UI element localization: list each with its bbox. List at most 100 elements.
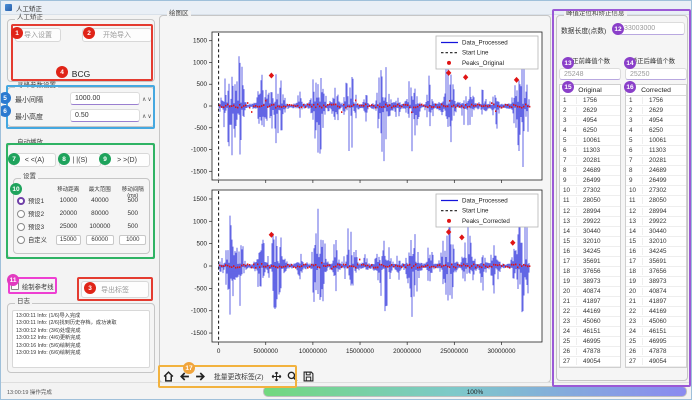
home-icon[interactable]	[162, 370, 175, 383]
start-import-button[interactable]: 开始导入	[82, 28, 152, 42]
preset-custom-input[interactable]: 15000	[56, 235, 81, 245]
table-row[interactable]: 46250	[626, 126, 686, 136]
save-icon[interactable]	[302, 370, 315, 383]
preset-radio[interactable]	[17, 236, 25, 244]
table-row[interactable]: 1329922	[560, 217, 620, 227]
table-row[interactable]: 720281	[626, 156, 686, 166]
table-row[interactable]: 824689	[560, 166, 620, 176]
table-row[interactable]: 34954	[560, 116, 620, 126]
table-row[interactable]: 1128050	[626, 196, 686, 206]
window-title: 人工矫正	[16, 3, 42, 13]
table-row[interactable]: 2244169	[560, 307, 620, 317]
preset-value: 80000	[83, 210, 116, 217]
table-row[interactable]: 1329922	[626, 217, 686, 227]
svg-text:0: 0	[203, 263, 207, 270]
min-height-spinbox[interactable]: 0.50	[70, 109, 140, 122]
svg-text:-1500: -1500	[191, 330, 208, 337]
table-row[interactable]: 46250	[560, 126, 620, 136]
batch-change-labels-button[interactable]: 批量更改标签(Z)	[210, 369, 267, 383]
peak-value: 4954	[643, 117, 663, 124]
table-row[interactable]: 611303	[560, 146, 620, 156]
table-row[interactable]: 824689	[626, 166, 686, 176]
preset-radio[interactable]	[17, 210, 25, 218]
autoplay-prev-button[interactable]: < <(A)	[13, 153, 56, 167]
log-line: 13:00:11 Info: (2/6)找到历史存档，成功读取	[16, 320, 146, 327]
min-height-spin-arrows-icon[interactable]: ∧∨	[142, 113, 153, 120]
svg-text:Start Line: Start Line	[462, 50, 489, 57]
table-row[interactable]: 510061	[626, 136, 686, 146]
table-row[interactable]: 2446151	[560, 327, 620, 337]
table-row[interactable]: 2141897	[560, 297, 620, 307]
table-row[interactable]: 720281	[560, 156, 620, 166]
table-row[interactable]: 2141897	[626, 297, 686, 307]
signal-plots-canvas[interactable]: -1500-1000-500050010001500Data_Processed…	[182, 26, 548, 366]
table-row[interactable]: 11756	[560, 96, 620, 106]
preset-radio[interactable]	[17, 197, 25, 205]
table-row[interactable]: 1938973	[560, 277, 620, 287]
preset-radio[interactable]	[17, 223, 25, 231]
table-row[interactable]: 1735691	[626, 257, 686, 267]
table-row[interactable]: 926499	[560, 176, 620, 186]
svg-text:20000000: 20000000	[393, 348, 422, 355]
log-list[interactable]: 13:00:11 Info: (1/6)导入完成13:00:11 Info: (…	[12, 310, 150, 368]
reference-line-checkbox[interactable]	[11, 282, 19, 290]
import-settings-button[interactable]: 导入设置	[15, 28, 61, 42]
peaks-before-field[interactable]: 25248	[559, 68, 621, 80]
table-row[interactable]: 2040874	[560, 287, 620, 297]
preset-custom-input[interactable]: 60000	[86, 235, 114, 245]
table-row[interactable]: 2749054	[560, 357, 620, 367]
row-index: 22	[626, 308, 643, 315]
table-row[interactable]: 22629	[560, 106, 620, 116]
table-row[interactable]: 611303	[626, 146, 686, 156]
peak-value: 49054	[643, 358, 667, 365]
table-row[interactable]: 1837656	[560, 267, 620, 277]
table-row[interactable]: 11756	[626, 96, 686, 106]
export-labels-button[interactable]: 导出标签	[81, 281, 149, 298]
table-row[interactable]: 1634245	[560, 247, 620, 257]
autoplay-pause-button[interactable]: | |(S)	[59, 153, 101, 167]
peaks-after-field[interactable]: 25250	[625, 68, 687, 80]
table-row[interactable]: 34954	[626, 116, 686, 126]
peak-value: 44169	[643, 308, 667, 315]
row-index: 1	[626, 97, 643, 104]
back-arrow-icon[interactable]	[178, 370, 191, 383]
table-row[interactable]: 2244169	[626, 307, 686, 317]
table-row[interactable]: 1027302	[626, 186, 686, 196]
table-row[interactable]: 1938973	[626, 277, 686, 287]
min-interval-spin-arrows-icon[interactable]: ∧∨	[142, 96, 153, 103]
table-row[interactable]: 1837656	[626, 267, 686, 277]
table-row[interactable]: 22629	[626, 106, 686, 116]
preset-custom-input[interactable]: 1000	[119, 235, 146, 245]
manual-correction-group: 人工矫正 导入设置 开始导入 BCG	[7, 19, 155, 82]
table-row[interactable]: 2345060	[626, 317, 686, 327]
table-row[interactable]: 2345060	[560, 317, 620, 327]
table-row[interactable]: 1027302	[560, 186, 620, 196]
table-row[interactable]: 510061	[560, 136, 620, 146]
forward-arrow-icon[interactable]	[194, 370, 207, 383]
table-row[interactable]: 926499	[626, 176, 686, 186]
table-row[interactable]: 1128050	[560, 196, 620, 206]
table-row[interactable]: 1228994	[560, 207, 620, 217]
table-row[interactable]: 2446151	[626, 327, 686, 337]
table-row[interactable]: 2546995	[626, 337, 686, 347]
table-row[interactable]: 1430440	[560, 227, 620, 237]
min-interval-label: 最小间隔	[15, 95, 43, 105]
table-row[interactable]: 1532010	[626, 237, 686, 247]
table-row[interactable]: 2749054	[626, 357, 686, 367]
table-row[interactable]: 1634245	[626, 247, 686, 257]
min-interval-spinbox[interactable]: 1000.00	[70, 92, 140, 105]
row-index: 9	[560, 177, 577, 184]
table-row[interactable]: 1735691	[560, 257, 620, 267]
svg-text:1500: 1500	[193, 196, 208, 203]
table-row[interactable]: 2546995	[560, 337, 620, 347]
table-row[interactable]: 1228994	[626, 207, 686, 217]
table-row[interactable]: 2040874	[626, 287, 686, 297]
table-row[interactable]: 1430440	[626, 227, 686, 237]
table-row[interactable]: 2647878	[626, 347, 686, 357]
table-row[interactable]: 2647878	[560, 347, 620, 357]
pan-icon[interactable]	[270, 370, 283, 383]
data-length-field[interactable]: 33003000	[619, 22, 685, 35]
table-row[interactable]: 1532010	[560, 237, 620, 247]
zoom-icon[interactable]	[286, 370, 299, 383]
autoplay-next-button[interactable]: > >(D)	[104, 153, 150, 167]
